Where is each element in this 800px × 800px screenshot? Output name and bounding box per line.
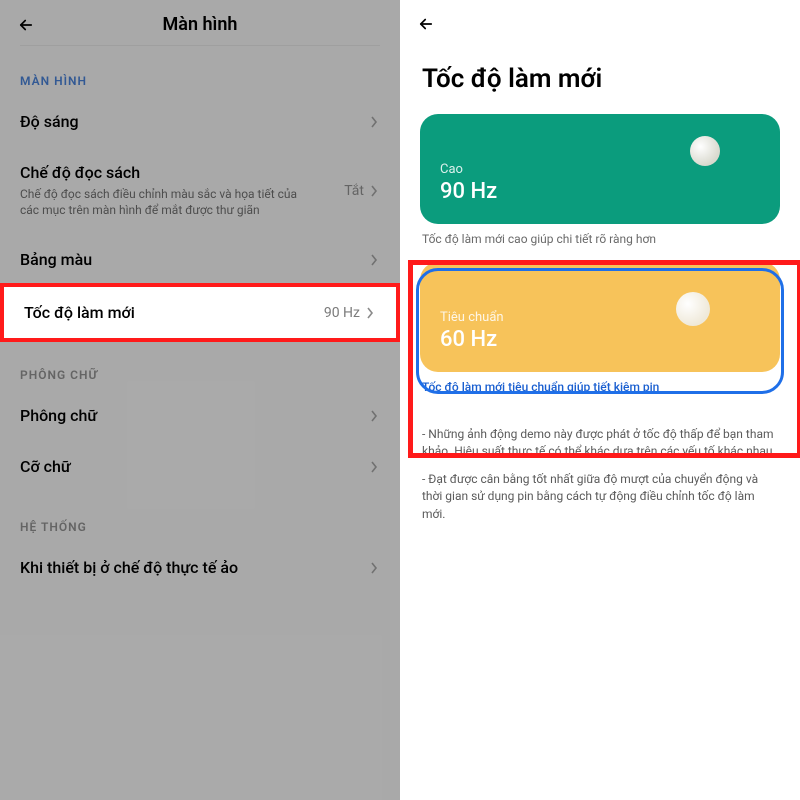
chevron-right-icon xyxy=(370,563,380,573)
row-title: Độ sáng xyxy=(20,112,370,131)
preview-dot-icon xyxy=(676,292,710,326)
option-high-caption: Tốc độ làm mới cao giúp chi tiết rõ ràng… xyxy=(400,230,800,250)
row-title: Chế độ đọc sách xyxy=(20,163,344,182)
row-font-size[interactable]: Cỡ chữ xyxy=(0,441,400,492)
row-font[interactable]: Phông chữ xyxy=(0,390,400,441)
option-standard[interactable]: Tiêu chuẩn 60 Hz xyxy=(420,262,780,372)
row-title: Khi thiết bị ở chế độ thực tế ảo xyxy=(20,558,370,577)
page-title: Màn hình xyxy=(36,14,364,35)
header: Màn hình xyxy=(0,0,400,45)
row-title: Phông chữ xyxy=(20,406,370,425)
display-settings-screen: Màn hình MÀN HÌNH Độ sáng Chế độ đọc sác… xyxy=(0,0,400,800)
header xyxy=(400,0,800,44)
preview-dot-icon xyxy=(690,136,720,166)
chevron-right-icon xyxy=(370,255,380,265)
page-title: Tốc độ làm mới xyxy=(400,44,800,102)
row-vr-mode[interactable]: Khi thiết bị ở chế độ thực tế ảo xyxy=(0,542,400,593)
back-icon[interactable] xyxy=(16,15,36,35)
section-label-display: MÀN HÌNH xyxy=(0,46,400,96)
chevron-right-icon xyxy=(370,117,380,127)
row-color-palette[interactable]: Bảng màu xyxy=(0,234,400,285)
row-reading-mode[interactable]: Chế độ đọc sách Chế độ đọc sách điều chỉ… xyxy=(0,147,400,234)
footnote: - Những ảnh động demo này được phát ở tố… xyxy=(400,416,800,461)
row-subtitle: Chế độ đọc sách điều chỉnh màu sắc và họ… xyxy=(20,186,344,218)
option-label: Tiêu chuẩn xyxy=(440,310,760,325)
chevron-right-icon xyxy=(370,186,380,196)
option-hz: 90 Hz xyxy=(440,179,760,204)
row-value: 90 Hz xyxy=(324,305,360,321)
row-value: Tắt xyxy=(344,183,364,199)
section-label-system: HỆ THỐNG xyxy=(0,492,400,542)
row-title: Cỡ chữ xyxy=(20,457,370,476)
refresh-rate-screen: Tốc độ làm mới Cao 90 Hz Tốc độ làm mới … xyxy=(400,0,800,800)
footnote: - Đạt được cân bằng tốt nhất giữa độ mượ… xyxy=(400,461,800,523)
row-refresh-rate[interactable]: Tốc độ làm mới 90 Hz xyxy=(0,283,400,342)
option-standard-caption: Tốc độ làm mới tiêu chuẩn giúp tiết kiệm… xyxy=(400,378,800,398)
option-hz: 60 Hz xyxy=(440,327,760,352)
chevron-right-icon xyxy=(366,308,376,318)
back-icon[interactable] xyxy=(416,14,436,34)
chevron-right-icon xyxy=(370,411,380,421)
row-title: Bảng màu xyxy=(20,250,370,269)
option-high[interactable]: Cao 90 Hz xyxy=(420,114,780,224)
row-title: Tốc độ làm mới xyxy=(24,303,324,322)
chevron-right-icon xyxy=(370,462,380,472)
row-brightness[interactable]: Độ sáng xyxy=(0,96,400,147)
section-label-font: PHÔNG CHỮ xyxy=(0,340,400,390)
